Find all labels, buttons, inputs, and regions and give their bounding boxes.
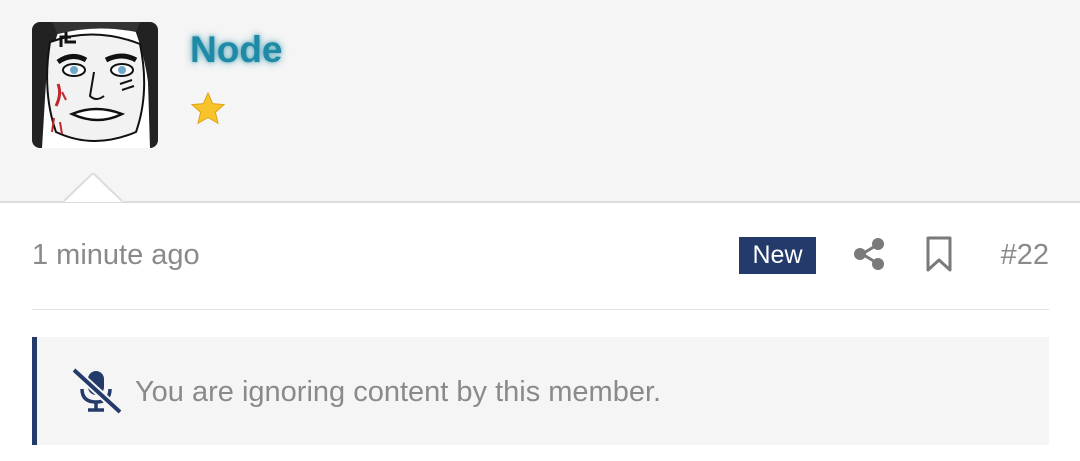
user-header: Node: [0, 0, 1080, 203]
cartoon-face-avatar-icon: [32, 22, 158, 148]
bookmark-icon: [926, 236, 952, 272]
post-number-link[interactable]: #22: [1001, 236, 1049, 274]
username-link[interactable]: Node: [190, 28, 283, 72]
star-icon: [190, 91, 226, 127]
avatar[interactable]: [32, 22, 158, 148]
post-container: Node 1 minute ago New #22 You are ignori…: [0, 0, 1080, 461]
post-timestamp[interactable]: 1 minute ago: [32, 236, 200, 274]
ignored-content-message: You are ignoring content by this member.: [135, 376, 662, 408]
share-button[interactable]: [849, 234, 889, 274]
microphone-slash-icon: [71, 367, 123, 415]
post-meta-row: 1 minute ago New #22: [32, 226, 1049, 286]
ignored-content-notice: You are ignoring content by this member.: [32, 337, 1049, 445]
share-icon: [854, 238, 884, 270]
header-pointer-arrow: [63, 171, 124, 203]
new-badge: New: [739, 237, 816, 274]
bookmark-button[interactable]: [921, 234, 957, 274]
meta-divider: [32, 309, 1049, 310]
